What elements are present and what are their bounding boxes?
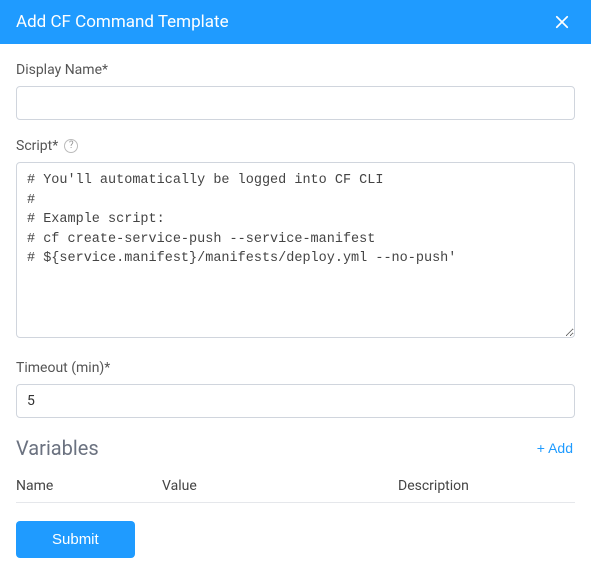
- script-textarea[interactable]: [16, 162, 575, 338]
- timeout-field: Timeout (min)*: [16, 360, 575, 418]
- script-label: Script*: [16, 138, 58, 154]
- dialog-body: Display Name* Script* ? Timeout (min)* V…: [0, 44, 591, 578]
- variables-section: Variables + Add Name Value Description: [16, 436, 575, 503]
- variables-title: Variables: [16, 436, 99, 460]
- col-description-header: Description: [398, 478, 575, 494]
- help-icon[interactable]: ?: [64, 139, 78, 153]
- display-name-label: Display Name*: [16, 62, 575, 78]
- close-button[interactable]: [549, 9, 575, 35]
- dialog-header: Add CF Command Template: [0, 0, 591, 44]
- script-label-row: Script* ?: [16, 138, 575, 154]
- col-name-header: Name: [16, 478, 162, 494]
- dialog-title: Add CF Command Template: [16, 12, 229, 32]
- timeout-input[interactable]: [16, 384, 575, 418]
- col-value-header: Value: [162, 478, 398, 494]
- display-name-field: Display Name*: [16, 62, 575, 120]
- close-icon: [553, 13, 571, 31]
- timeout-label: Timeout (min)*: [16, 360, 575, 376]
- variables-header: Variables + Add: [16, 436, 575, 460]
- display-name-input[interactable]: [16, 86, 575, 120]
- submit-button[interactable]: Submit: [16, 521, 135, 558]
- variables-table-header: Name Value Description: [16, 470, 575, 503]
- add-variable-button[interactable]: + Add: [535, 438, 575, 458]
- script-field: Script* ?: [16, 138, 575, 342]
